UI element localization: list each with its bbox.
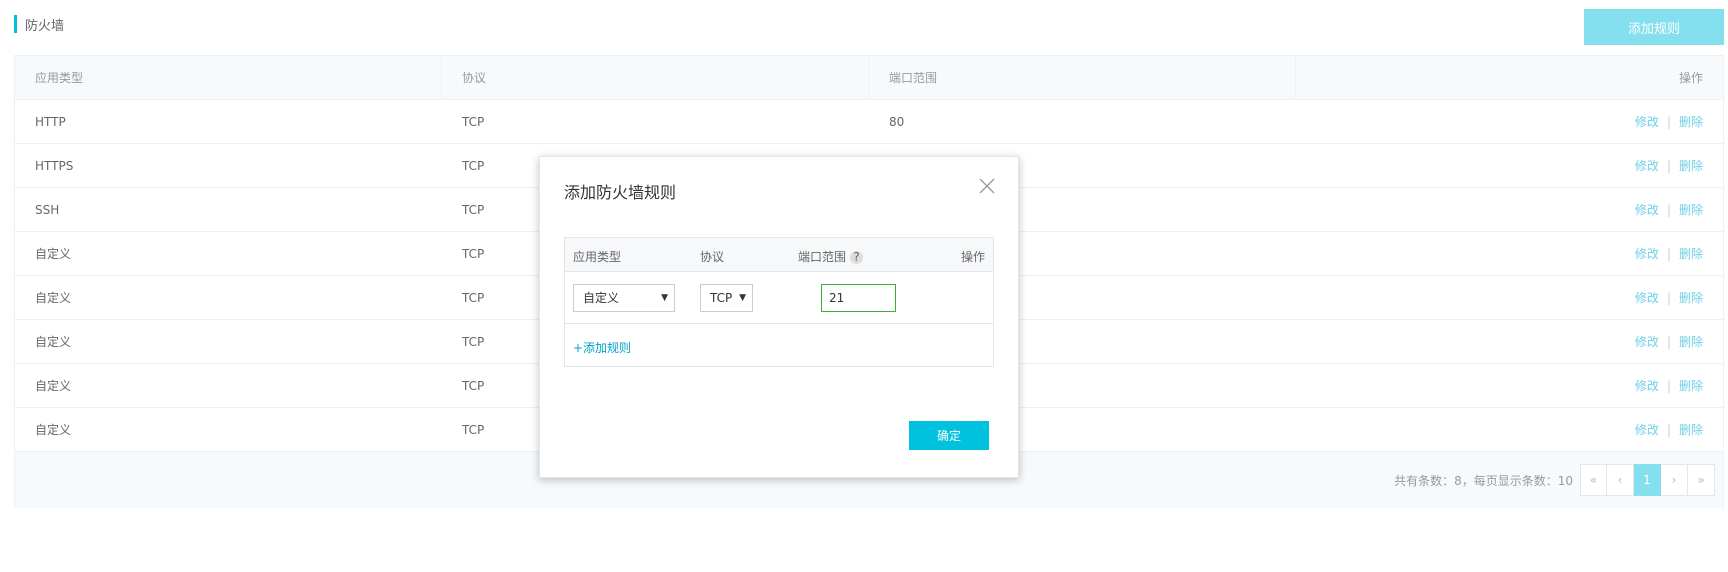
op-separator: | [1666,203,1671,217]
header-port-range: 端口范围? [798,248,864,265]
cell-app-type: 自定义 [35,423,72,437]
cell-operations: 修改 | 删除 [1296,232,1723,275]
edit-link[interactable]: 修改 [1635,423,1659,437]
op-separator: | [1666,247,1671,261]
cell-operations: 修改 | 删除 [1296,320,1723,363]
delete-link[interactable]: 删除 [1679,423,1703,437]
add-firewall-rule-dialog: 添加防火墙规则 应用类型 协议 端口范围? 操作 自定义 ▼ TCP ▼ +添加… [539,156,1019,478]
confirm-button[interactable]: 确定 [909,421,989,450]
cell-app-type: 自定义 [35,291,72,305]
delete-link[interactable]: 删除 [1679,247,1703,261]
cell-operations: 修改 | 删除 [1296,144,1723,187]
edit-link[interactable]: 修改 [1635,203,1659,217]
cell-app-type: 自定义 [35,247,72,261]
edit-link[interactable]: 修改 [1635,379,1659,393]
port-range-label: 端口范围 [798,250,847,264]
port-range-input[interactable] [821,284,896,312]
cell-operations: 修改 | 删除 [1296,364,1723,407]
pagination: « ‹ 1 › » [1580,464,1715,496]
add-rule-link[interactable]: +添加规则 [573,339,631,356]
delete-link[interactable]: 删除 [1679,379,1703,393]
table-header: 应用类型 协议 端口范围 操作 [15,56,1723,100]
cell-operations: 修改 | 删除 [1296,276,1723,319]
cell-app-type: 自定义 [35,379,72,393]
header-operations: 操作 [1678,71,1703,85]
edit-link[interactable]: 修改 [1635,115,1659,129]
op-separator: | [1666,379,1671,393]
help-icon[interactable]: ? [850,251,864,264]
header-protocol: 协议 [442,56,869,100]
delete-link[interactable]: 删除 [1679,291,1703,305]
rule-table-header: 应用类型 协议 端口范围? 操作 [565,238,993,272]
edit-link[interactable]: 修改 [1635,335,1659,349]
cell-port-range: 80 [889,115,905,129]
op-separator: | [1666,335,1671,349]
header-operations: 操作 [960,250,985,264]
header-app-type: 应用类型 [15,56,442,100]
next-page-button[interactable]: › [1661,464,1688,496]
add-rule-row: +添加规则 [565,324,993,366]
op-separator: | [1666,291,1671,305]
edit-link[interactable]: 修改 [1635,291,1659,305]
header-port-range: 端口范围 [869,56,1296,100]
header-protocol: 协议 [700,250,725,264]
caret-down-icon: ▼ [739,293,746,303]
cell-app-type: HTTP [35,115,66,129]
close-icon[interactable] [978,177,996,195]
rule-row: 自定义 ▼ TCP ▼ [565,272,993,324]
protocol-select[interactable]: TCP ▼ [700,284,753,312]
delete-link[interactable]: 删除 [1679,159,1703,173]
prev-page-button[interactable]: ‹ [1607,464,1634,496]
first-page-button[interactable]: « [1580,464,1607,496]
op-separator: | [1666,159,1671,173]
op-separator: | [1666,423,1671,437]
cell-operations: 修改 | 删除 [1296,100,1723,143]
app-type-select[interactable]: 自定义 ▼ [573,284,675,312]
app-type-value: 自定义 [583,291,620,305]
page-1-button[interactable]: 1 [1634,464,1661,496]
page-header: 防火墙 [14,14,64,34]
cell-app-type: HTTPS [35,159,74,173]
caret-down-icon: ▼ [661,293,668,303]
delete-link[interactable]: 删除 [1679,115,1703,129]
cell-protocol: TCP [462,115,485,129]
op-separator: | [1666,115,1671,129]
header-app-type: 应用类型 [573,250,622,264]
last-page-button[interactable]: » [1688,464,1715,496]
edit-link[interactable]: 修改 [1635,247,1659,261]
page-title: 防火墙 [25,18,65,34]
cell-operations: 修改 | 删除 [1296,188,1723,231]
delete-link[interactable]: 删除 [1679,335,1703,349]
dialog-title: 添加防火墙规则 [564,183,677,202]
pagination-summary: 共有条数：8，每页显示条数：10 [1394,474,1573,488]
cell-app-type: SSH [35,203,60,217]
table-row: HTTP TCP 80 修改 | 删除 [15,100,1723,144]
protocol-value: TCP [710,291,733,305]
title-accent-bar [14,15,17,33]
rule-table: 应用类型 协议 端口范围? 操作 自定义 ▼ TCP ▼ +添加规则 [564,237,994,367]
delete-link[interactable]: 删除 [1679,203,1703,217]
cell-operations: 修改 | 删除 [1296,408,1723,451]
cell-app-type: 自定义 [35,335,72,349]
add-rule-button[interactable]: 添加规则 [1584,9,1724,45]
edit-link[interactable]: 修改 [1635,159,1659,173]
